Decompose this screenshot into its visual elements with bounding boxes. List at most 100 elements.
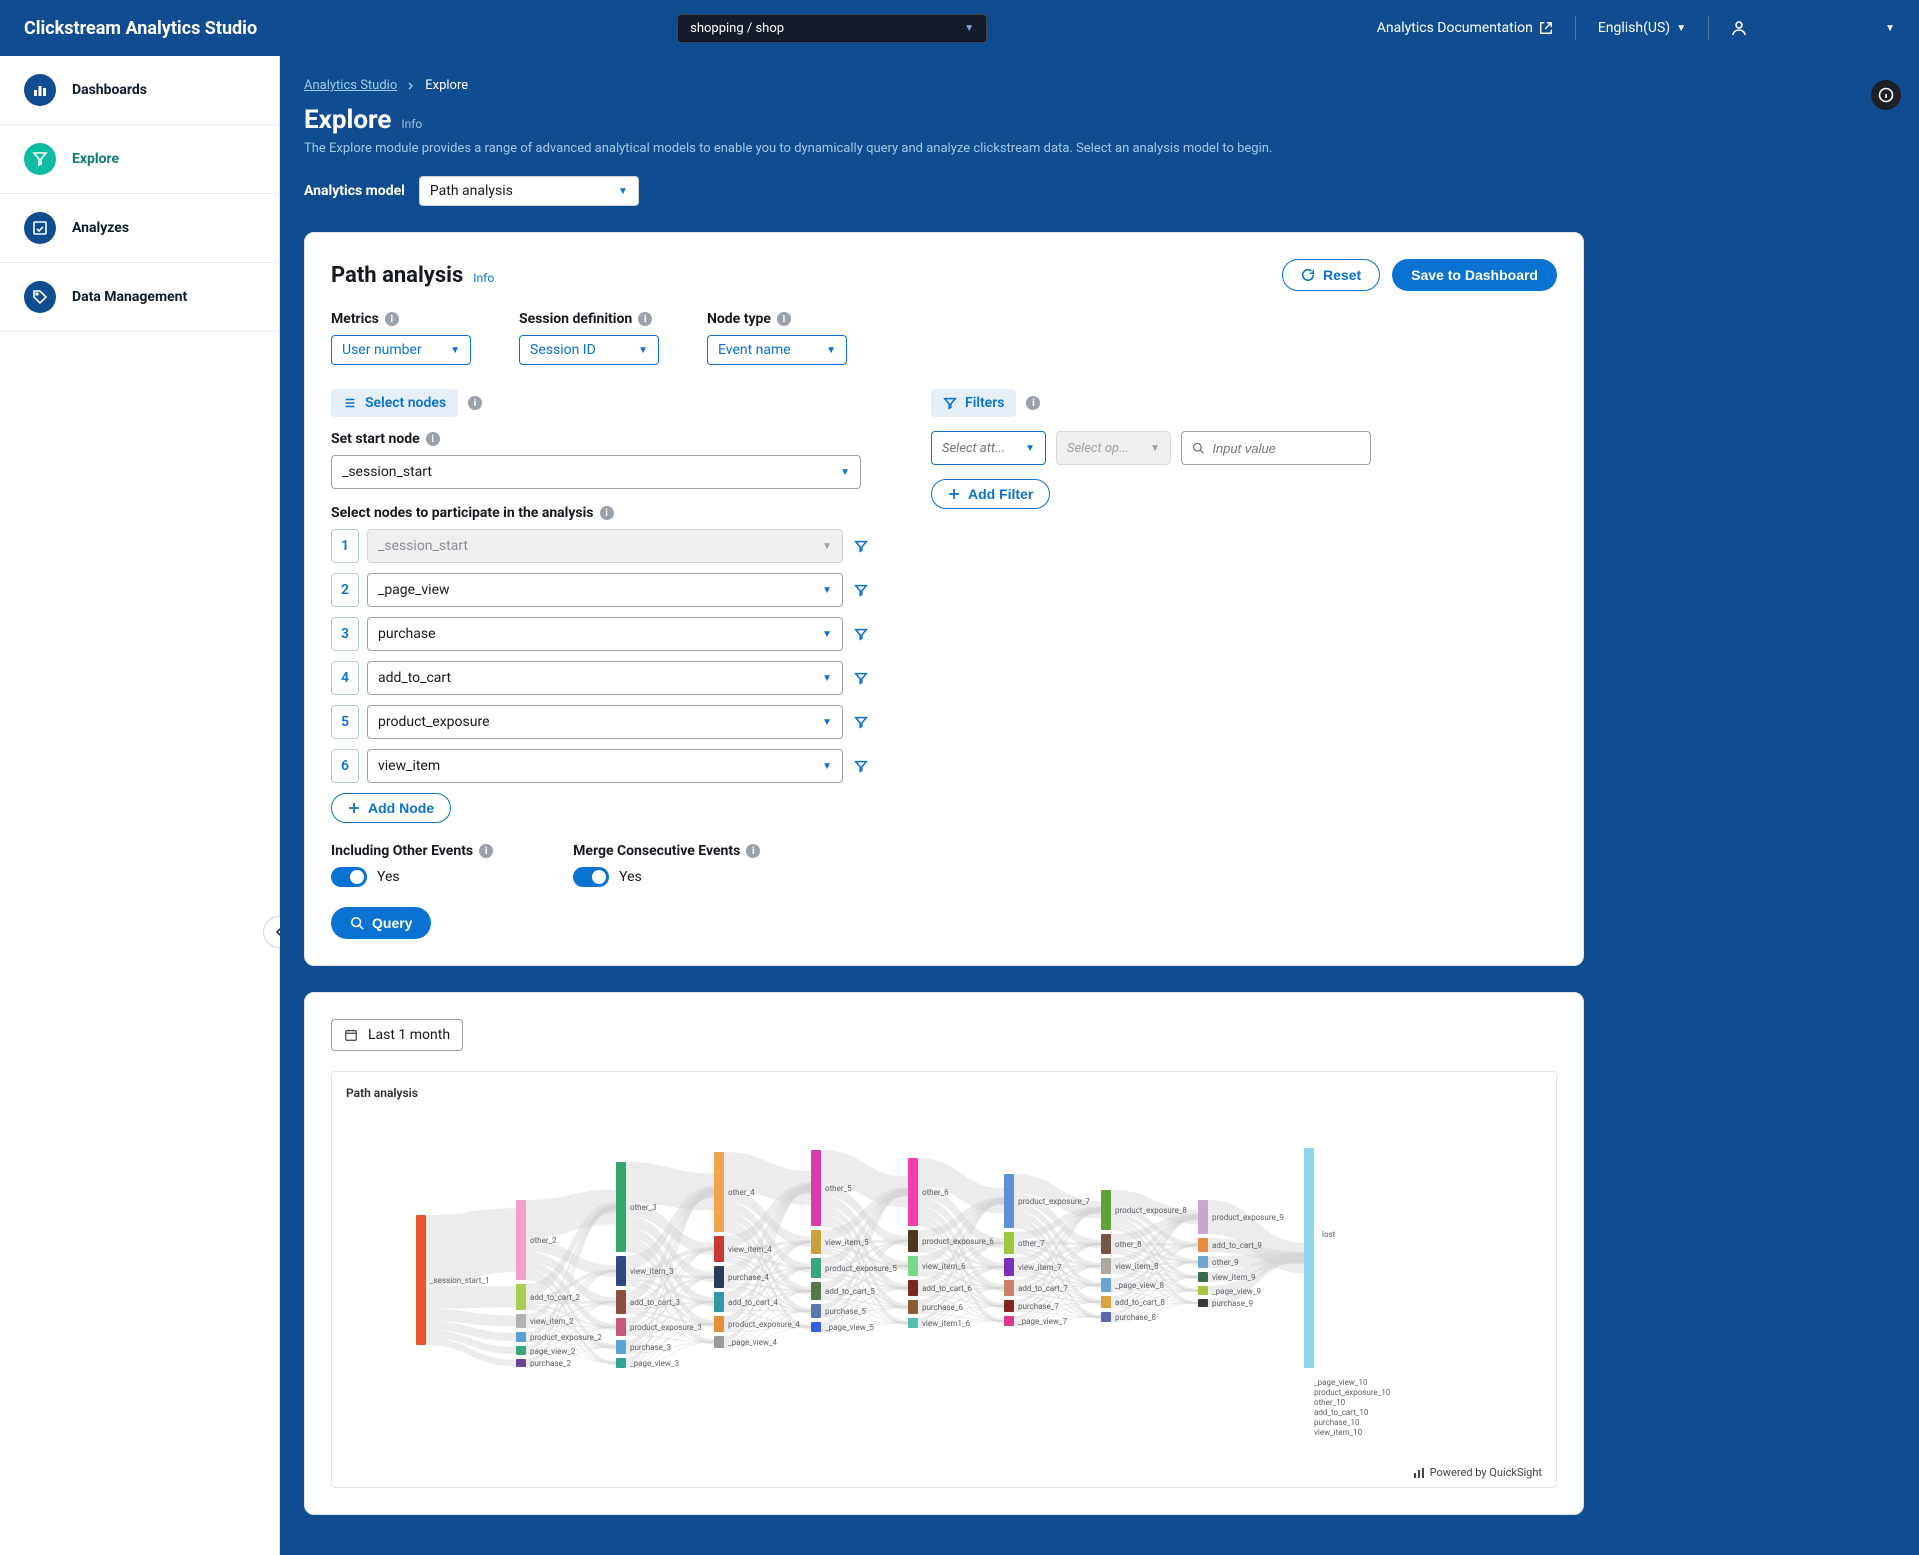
- user-menu[interactable]: [1731, 20, 1753, 36]
- chevron-down-icon[interactable]: ▼: [1885, 23, 1895, 34]
- info-icon[interactable]: i: [385, 312, 399, 326]
- sankey-node: [1004, 1280, 1014, 1296]
- node-number: 6: [331, 749, 359, 783]
- sidebar-item-explore[interactable]: Explore: [0, 125, 279, 194]
- node-select[interactable]: product_exposure ▼: [367, 705, 843, 739]
- add-node-button[interactable]: Add Node: [331, 793, 451, 823]
- node-number: 2: [331, 573, 359, 607]
- node-filter-button[interactable]: [851, 627, 871, 641]
- sidebar: Dashboards Explore Analyzes Data Managem…: [0, 56, 280, 1555]
- reset-button[interactable]: Reset: [1282, 259, 1380, 291]
- calendar-icon: [344, 1028, 358, 1042]
- project-selector[interactable]: shopping / shop ▼: [677, 14, 987, 43]
- sankey-label: product_exposure_7: [1018, 1197, 1090, 1206]
- breadcrumb-root[interactable]: Analytics Studio: [304, 78, 397, 93]
- metrics-select[interactable]: User number ▼: [331, 335, 471, 365]
- node-select[interactable]: _session_start ▼: [367, 529, 843, 563]
- sankey-node: [616, 1318, 626, 1336]
- chevron-down-icon: ▼: [1150, 443, 1160, 454]
- sankey-label: other_9: [1212, 1258, 1239, 1267]
- sankey-chart: _session_start_1other_2add_to_cart_2view…: [346, 1110, 1542, 1460]
- filters-badge: Filters: [931, 389, 1016, 417]
- node-number: 5: [331, 705, 359, 739]
- sankey-label: add_to_cart_8: [1115, 1298, 1165, 1307]
- node-select[interactable]: view_item ▼: [367, 749, 843, 783]
- sankey-node: [811, 1282, 821, 1300]
- sankey-label: purchase_8: [1115, 1313, 1156, 1322]
- include-other-toggle[interactable]: [331, 867, 367, 887]
- sankey-node: [1101, 1296, 1111, 1308]
- info-icon[interactable]: i: [638, 312, 652, 326]
- start-node-select[interactable]: _session_start ▼: [331, 455, 861, 489]
- node-filter-button[interactable]: [851, 671, 871, 685]
- save-dashboard-button[interactable]: Save to Dashboard: [1392, 259, 1557, 291]
- filter-value-input[interactable]: [1181, 431, 1371, 465]
- sankey-node: [1101, 1258, 1111, 1274]
- sankey-node: [616, 1290, 626, 1314]
- daterange-selector[interactable]: Last 1 month: [331, 1019, 463, 1051]
- merge-consec-toggle[interactable]: [573, 867, 609, 887]
- docs-link[interactable]: Analytics Documentation: [1377, 20, 1553, 36]
- query-button[interactable]: Query: [331, 907, 431, 939]
- sankey-label: add_to_cart_5: [825, 1287, 875, 1296]
- node-row: 1 _session_start ▼: [331, 529, 871, 563]
- chevron-down-icon: ▼: [822, 541, 832, 552]
- chevron-down-icon: ▼: [840, 467, 850, 478]
- node-filter-button[interactable]: [851, 539, 871, 553]
- session-def-label: Session definitioni: [519, 311, 659, 327]
- sankey-label: view_item1_6: [922, 1319, 970, 1328]
- node-type-select[interactable]: Event name ▼: [707, 335, 847, 365]
- node-filter-button[interactable]: [851, 583, 871, 597]
- sankey-node: [616, 1340, 626, 1354]
- participate-label: Select nodes to participate in the analy…: [331, 505, 871, 521]
- bar-chart-icon: [24, 74, 56, 106]
- node-filter-button[interactable]: [851, 715, 871, 729]
- plus-icon: [348, 802, 360, 814]
- info-link[interactable]: Info: [473, 271, 494, 285]
- topbar-right: Analytics Documentation English(US) ▼ ▼: [1377, 16, 1895, 40]
- sankey-node: [616, 1162, 626, 1252]
- info-icon[interactable]: i: [468, 396, 482, 410]
- sankey-label: other_5: [825, 1184, 852, 1193]
- info-icon[interactable]: i: [777, 312, 791, 326]
- filter-op-select[interactable]: Select op... ▼: [1056, 431, 1171, 465]
- sankey-node: [1304, 1148, 1314, 1368]
- sidebar-item-label: Data Management: [72, 289, 187, 305]
- node-select[interactable]: add_to_cart ▼: [367, 661, 843, 695]
- info-link[interactable]: Info: [401, 117, 422, 131]
- sankey-end-label: other_10: [1314, 1398, 1345, 1407]
- sidebar-item-dashboards[interactable]: Dashboards: [0, 56, 279, 125]
- breadcrumb-current: Explore: [425, 78, 468, 93]
- sankey-node: [1101, 1312, 1111, 1322]
- sankey-label: view_item_7: [1018, 1263, 1062, 1272]
- filter-icon: [854, 583, 868, 597]
- toggle-value: Yes: [619, 869, 642, 885]
- sankey-node: [908, 1230, 918, 1252]
- analytics-model-select[interactable]: Path analysis ▼: [419, 176, 639, 206]
- sankey-node: [1198, 1256, 1208, 1268]
- info-icon[interactable]: i: [600, 506, 614, 520]
- filter-attr-select[interactable]: Select att... ▼: [931, 431, 1046, 465]
- sankey-end-label: add_to_cart_10: [1314, 1408, 1368, 1417]
- sidebar-item-analyzes[interactable]: Analyzes: [0, 194, 279, 263]
- info-icon[interactable]: i: [479, 844, 493, 858]
- sidebar-item-data-management[interactable]: Data Management: [0, 263, 279, 332]
- sankey-node: [1101, 1234, 1111, 1254]
- sankey-node: [516, 1284, 526, 1310]
- node-filter-button[interactable]: [851, 759, 871, 773]
- info-icon[interactable]: i: [426, 432, 440, 446]
- node-select[interactable]: purchase ▼: [367, 617, 843, 651]
- chevron-down-icon: ▼: [1676, 23, 1686, 34]
- info-icon[interactable]: i: [1026, 396, 1040, 410]
- info-icon[interactable]: i: [746, 844, 760, 858]
- card-title: Path analysis Info: [331, 263, 494, 288]
- filter-icon: [854, 759, 868, 773]
- sankey-end-label: purchase_10: [1314, 1418, 1359, 1427]
- add-filter-button[interactable]: Add Filter: [931, 479, 1050, 509]
- language-selector[interactable]: English(US) ▼: [1598, 20, 1686, 36]
- filter-icon: [854, 627, 868, 641]
- session-def-select[interactable]: Session ID ▼: [519, 335, 659, 365]
- node-select[interactable]: _page_view ▼: [367, 573, 843, 607]
- chevron-down-icon: ▼: [826, 345, 836, 356]
- page-description: The Explore module provides a range of a…: [304, 141, 1404, 156]
